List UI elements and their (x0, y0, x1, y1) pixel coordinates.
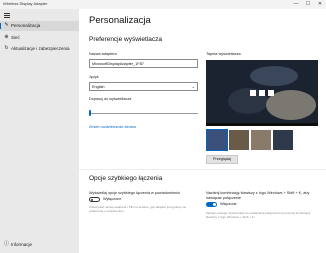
wallpaper-thumbnail[interactable] (251, 130, 271, 150)
press-combo-label: Naciśnij kombinację klawiszy z logo Wind… (206, 191, 310, 200)
title-bar: Wireless Display Adapter — ☐ ✕ (0, 0, 326, 9)
globe-icon: ⊕ (4, 34, 9, 40)
wallpaper-preview (206, 60, 318, 126)
sidebar: ✎ Personalizacja ⊕ Sieć ↻ Aktualizacje i… (0, 9, 79, 253)
main-content: Personalizacja Preferencje wyświetlacza … (79, 9, 326, 253)
adapter-name-input[interactable]: MicrosoftDisplayAdapter_1F87 (89, 59, 198, 68)
maximize-button[interactable]: ☐ (302, 0, 314, 9)
show-option-note: Pokazywać nazwę adaptera i PIN na ekrani… (89, 205, 187, 213)
preview-tile (268, 90, 274, 96)
sidebar-item-personalization[interactable]: ✎ Personalizacja (0, 21, 79, 31)
sidebar-item-about[interactable]: ⓘ Informacje (0, 240, 79, 250)
language-select[interactable]: English ⌄ (89, 82, 198, 91)
preview-tile (250, 90, 256, 96)
preview-tile (259, 90, 265, 96)
change-resolution-link[interactable]: Zmień rozdzielczość ekranu (89, 125, 136, 129)
minimize-button[interactable]: — (290, 0, 302, 9)
close-button[interactable]: ✕ (314, 0, 326, 9)
screen-fit-label: Dopasuj do wyświetlacza (89, 97, 132, 101)
show-option-label: Wyświetlaj opcje szybkiego łączenia w po… (89, 191, 181, 195)
sidebar-item-label: Aktualizacje i zabezpieczenia (11, 46, 70, 51)
adapter-name-label: Nazwa adaptera (89, 52, 117, 56)
screen-fit-slider[interactable] (89, 113, 198, 114)
refresh-icon: ↻ (4, 45, 9, 51)
screen-fit-slider-thumb[interactable] (89, 110, 91, 116)
browse-button[interactable]: Przeglądaj (206, 155, 238, 164)
section-title-display-prefs: Preferencje wyświetlacza (89, 36, 162, 43)
press-combo-toggle[interactable] (206, 202, 217, 207)
page-title: Personalizacja (89, 15, 151, 26)
pencil-icon: ✎ (4, 22, 9, 28)
preview-taskbar (206, 123, 318, 126)
sidebar-item-network[interactable]: ⊕ Sieć (0, 33, 79, 43)
language-value: English (92, 85, 105, 89)
hamburger-icon[interactable] (4, 13, 10, 18)
wallpaper-thumbnail[interactable] (273, 130, 293, 150)
sidebar-item-label: Informacje (11, 242, 33, 247)
sidebar-item-updates[interactable]: ↻ Aktualizacje i zabezpieczenia (0, 44, 79, 54)
section-title-quick-connect: Opcje szybkiego łączenia (89, 175, 163, 182)
show-option-toggle[interactable] (89, 197, 100, 202)
sidebar-item-label: Personalizacja (11, 23, 41, 28)
divider (79, 169, 326, 170)
window-title: Wireless Display Adapter (3, 1, 48, 6)
chevron-down-icon: ⌄ (191, 84, 195, 89)
show-option-toggle-state: Wyłączone (103, 197, 122, 201)
language-label: Język (89, 75, 99, 79)
adapter-name-value: MicrosoftDisplayAdapter_1F87 (92, 62, 144, 66)
info-icon: ⓘ (4, 241, 10, 247)
sidebar-item-label: Sieć (11, 35, 20, 40)
press-combo-toggle-state: Włączone (220, 202, 237, 206)
wallpaper-thumbnail[interactable] (229, 130, 249, 150)
wallpaper-label: Tapeta wyświetlacza (206, 52, 241, 56)
press-combo-note: Zachęć nowego użytkownika do nawiązania … (206, 211, 311, 219)
wallpaper-thumbnail[interactable] (206, 129, 228, 151)
